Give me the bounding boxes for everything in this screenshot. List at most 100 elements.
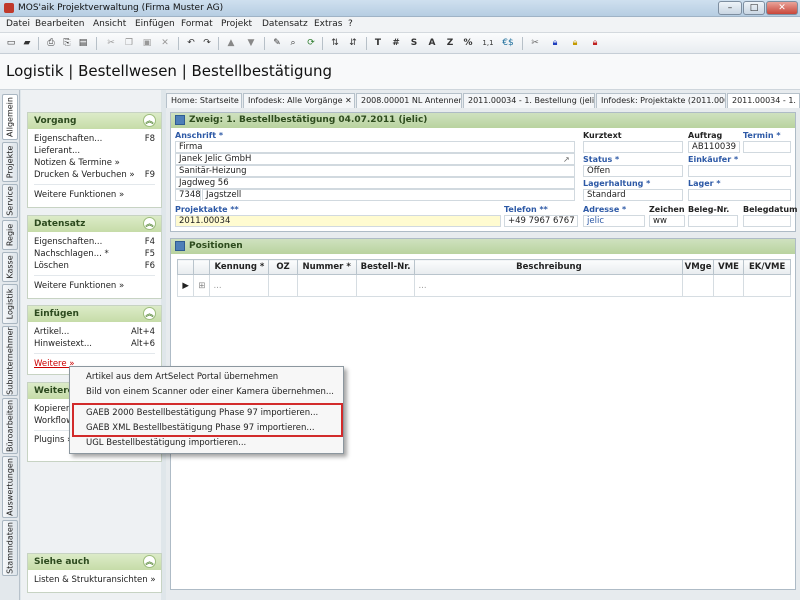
doc-tab-home[interactable]: Home: Startseite bbox=[166, 93, 242, 108]
lock-red-icon[interactable]: 🔒︎ bbox=[588, 36, 602, 50]
vtab-projekte[interactable]: Projekte bbox=[2, 142, 18, 182]
menu-loeschen[interactable]: Löschen F6 bbox=[28, 260, 161, 272]
find-icon[interactable]: ⌕ bbox=[286, 36, 300, 50]
text-z-button[interactable]: Z bbox=[444, 36, 456, 50]
doc-tab-infodesk-vorgaenge[interactable]: Infodesk: Alle Vorgänge ✕ bbox=[243, 93, 355, 108]
vtab-allgemein[interactable]: Allgemein bbox=[2, 94, 18, 140]
new-icon[interactable]: ▭ bbox=[4, 36, 18, 50]
column-header[interactable]: Bestell-Nr. bbox=[355, 259, 416, 275]
close-button[interactable]: ✕ bbox=[766, 1, 798, 15]
text-t-button[interactable]: T bbox=[372, 36, 384, 50]
menu-hinweistext[interactable]: Hinweistext... Alt+6 bbox=[28, 338, 161, 350]
nummer-cell[interactable] bbox=[296, 274, 357, 297]
menu-format[interactable]: Format bbox=[181, 19, 213, 29]
text-a-button[interactable]: A bbox=[426, 36, 438, 50]
menu-einfuegen[interactable]: Einfügen bbox=[135, 19, 175, 29]
column-header[interactable]: VME bbox=[712, 259, 745, 275]
vtab-subunternehmer[interactable]: Subunternehmer bbox=[2, 326, 18, 396]
menu-item-gaeb-2000[interactable]: GAEB 2000 Bestellbestätigung Phase 97 im… bbox=[86, 408, 318, 418]
more-functions-link[interactable]: Weitere Funktionen » bbox=[28, 188, 161, 202]
pencil-icon[interactable]: ✎ bbox=[270, 36, 284, 50]
print-preview-icon[interactable]: ⎘ bbox=[60, 36, 74, 50]
vtab-auswertungen[interactable]: Auswertungen bbox=[2, 456, 18, 518]
menu-listen-strukturansichten[interactable]: Listen & Strukturansichten » bbox=[28, 574, 161, 586]
currency-button[interactable]: €$ bbox=[500, 36, 516, 50]
menu-help[interactable]: ? bbox=[348, 19, 353, 29]
vtab-kasse[interactable]: Kasse bbox=[2, 252, 18, 282]
more-functions-link[interactable]: Weitere Funktionen » bbox=[28, 279, 161, 293]
vtab-logistik[interactable]: Logistik bbox=[2, 284, 18, 324]
menu-drucken-verbuchen[interactable]: Drucken & Verbuchen » F9 bbox=[28, 169, 161, 181]
menu-datensatz[interactable]: Datensatz bbox=[262, 19, 308, 29]
doc-tab-projektakte[interactable]: Infodesk: Projektakte (2011.00034) ✕ bbox=[596, 93, 726, 108]
beschreibung-cell[interactable]: ... bbox=[414, 274, 684, 297]
lock-yellow-icon[interactable]: 🔒︎ bbox=[568, 36, 582, 50]
belegnr-field[interactable] bbox=[688, 215, 738, 227]
doc-tab-bestellung[interactable]: 2011.00034 - 1. Bestellung (jelic) ✕ bbox=[463, 93, 595, 108]
collapse-icon[interactable]: ︽ bbox=[143, 307, 156, 320]
vtab-regie[interactable]: Regie bbox=[2, 220, 18, 250]
menu-notizen-termine[interactable]: Notizen & Termine » bbox=[28, 157, 161, 169]
telefon-field[interactable]: +49 7967 6767 bbox=[504, 215, 578, 227]
sort-desc-icon[interactable]: ⇵ bbox=[346, 36, 360, 50]
menu-nachschlagen[interactable]: Nachschlagen... * F5 bbox=[28, 248, 161, 260]
vtab-stammdaten[interactable]: Stammdaten bbox=[2, 520, 18, 576]
paste-icon[interactable]: ▣ bbox=[140, 36, 154, 50]
refresh-icon[interactable]: ⟳ bbox=[304, 36, 318, 50]
menu-eigenschaften[interactable]: Eigenschaften... F8 bbox=[28, 133, 161, 145]
ek-vme-cell[interactable] bbox=[743, 274, 791, 297]
percent-button[interactable]: % bbox=[462, 36, 474, 50]
address-line-1[interactable]: Firma bbox=[175, 141, 575, 153]
column-header[interactable]: Kennung * bbox=[209, 259, 270, 275]
collapse-icon[interactable]: ︽ bbox=[143, 114, 156, 127]
tools-icon[interactable]: ✂ bbox=[528, 36, 542, 50]
menu-extras[interactable]: Extras bbox=[314, 19, 342, 29]
oz-cell[interactable] bbox=[268, 274, 298, 297]
undo-icon[interactable]: ↶ bbox=[184, 36, 198, 50]
text-s-button[interactable]: S bbox=[408, 36, 420, 50]
address-line-2[interactable]: Janek Jelic GmbH bbox=[175, 153, 575, 165]
column-header[interactable]: Nummer * bbox=[296, 259, 357, 275]
vtab-bueroarbeiten[interactable]: Büroarbeiten bbox=[2, 398, 18, 454]
vtab-service[interactable]: Service bbox=[2, 184, 18, 218]
menu-ansicht[interactable]: Ansicht bbox=[93, 19, 126, 29]
redo-icon[interactable]: ↷ bbox=[200, 36, 214, 50]
menu-item-scanner[interactable]: Bild von einem Scanner oder einer Kamera… bbox=[86, 387, 334, 397]
menu-bearbeiten[interactable]: Bearbeiten bbox=[35, 19, 84, 29]
collapse-icon[interactable]: ︽ bbox=[143, 555, 156, 568]
column-header[interactable]: VMge bbox=[682, 259, 714, 275]
column-header[interactable]: EK/VME bbox=[743, 259, 791, 275]
copy-icon[interactable]: ❐ bbox=[122, 36, 136, 50]
termin-field[interactable] bbox=[743, 141, 791, 153]
adresse-field[interactable]: jelic bbox=[583, 215, 645, 227]
maximize-button[interactable]: □ bbox=[743, 1, 765, 15]
menu-item-gaeb-xml[interactable]: GAEB XML Bestellbestätigung Phase 97 imp… bbox=[86, 423, 315, 433]
doc-tab-bestellbestaetigung[interactable]: 2011.00034 - 1. Bestellbestätigung (jeli… bbox=[727, 93, 800, 108]
preview-icon[interactable]: ▤ bbox=[76, 36, 90, 50]
menu-item-artselect[interactable]: Artikel aus dem ArtSelect Portal überneh… bbox=[86, 372, 278, 382]
menu-datei[interactable]: Datei bbox=[6, 19, 30, 29]
column-header[interactable]: OZ bbox=[268, 259, 298, 275]
einkaeufer-field[interactable] bbox=[688, 165, 791, 177]
cut-icon[interactable]: ✂ bbox=[104, 36, 118, 50]
menu-eigenschaften[interactable]: Eigenschaften... F4 bbox=[28, 236, 161, 248]
bestellnr-cell[interactable] bbox=[355, 274, 416, 297]
lagerhaltung-field[interactable]: Standard bbox=[583, 189, 683, 201]
projektakte-field[interactable]: 2011.00034 bbox=[175, 215, 501, 227]
lager-field[interactable] bbox=[688, 189, 791, 201]
expand-icon[interactable]: ⊞ bbox=[193, 274, 211, 297]
table-row[interactable]: ▶ ⊞ ... ... bbox=[176, 274, 791, 297]
menu-artikel[interactable]: Artikel... Alt+4 bbox=[28, 326, 161, 338]
zeichen-field[interactable]: ww bbox=[649, 215, 685, 227]
column-header[interactable]: Beschreibung bbox=[414, 259, 684, 275]
collapse-icon[interactable]: ︽ bbox=[143, 217, 156, 230]
address-line-4[interactable]: Jagdweg 56 bbox=[175, 177, 575, 189]
address-lookup-icon[interactable]: ↗ bbox=[563, 155, 570, 164]
menu-item-ugl[interactable]: UGL Bestellbestätigung importieren... bbox=[86, 438, 246, 448]
decimal-button[interactable]: 1,1 bbox=[480, 36, 496, 50]
lock-blue-icon[interactable]: 🔒︎ bbox=[548, 36, 562, 50]
print-icon[interactable]: ⎙ bbox=[44, 36, 58, 50]
doc-tab-nl-antennen[interactable]: 2008.00001 NL Antennenan bbox=[356, 93, 462, 108]
menu-projekt[interactable]: Projekt bbox=[221, 19, 252, 29]
arrow-up-icon[interactable]: ▲ bbox=[224, 36, 238, 50]
